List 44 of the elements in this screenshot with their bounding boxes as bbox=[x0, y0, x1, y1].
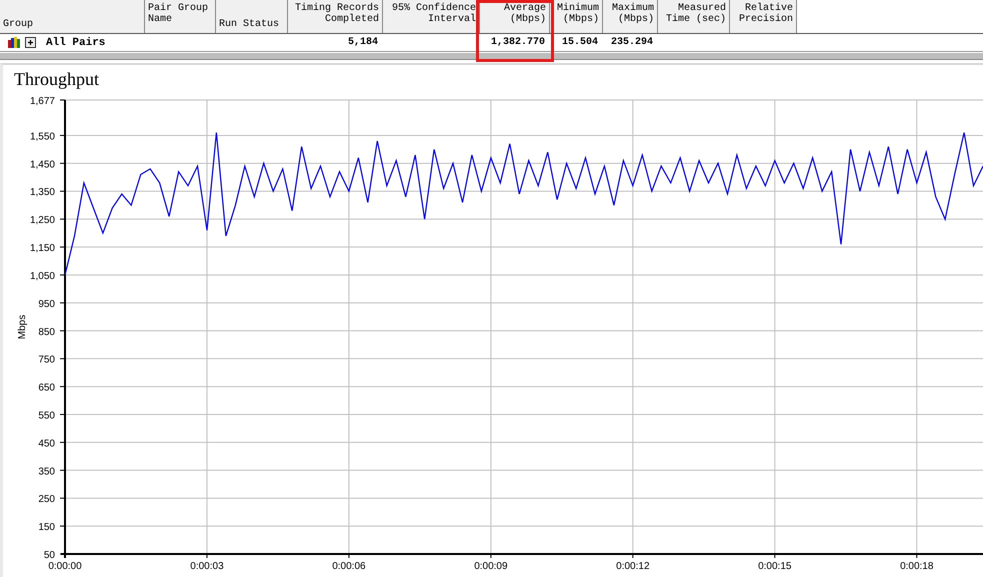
axis-tick-label: 650 bbox=[38, 382, 55, 394]
table-cell-text: 1,382.770 bbox=[490, 37, 546, 48]
group-name[interactable]: All Pairs bbox=[46, 36, 106, 48]
axis-tick-label: 1,250 bbox=[30, 215, 55, 226]
column-header[interactable]: Run Status bbox=[216, 0, 288, 33]
column-header[interactable]: Group bbox=[0, 0, 145, 33]
column-header[interactable]: Maximum (Mbps) bbox=[603, 0, 658, 33]
axis-tick-label: 1,450 bbox=[30, 159, 55, 170]
column-header[interactable]: Relative Precision bbox=[730, 0, 797, 33]
axis-tick-label: 1,350 bbox=[30, 187, 55, 198]
column-header[interactable]: Average (Mbps) bbox=[480, 0, 550, 33]
column-header[interactable]: Pair Group Name bbox=[145, 0, 216, 33]
scrollbar[interactable] bbox=[0, 53, 983, 60]
table-cell-text: 15.504 bbox=[560, 37, 599, 48]
bar-chart-icon bbox=[8, 37, 20, 48]
axis-tick-label: 850 bbox=[38, 326, 55, 338]
column-header[interactable]: 95% Confidence Interval bbox=[383, 0, 480, 33]
axis-tick-label: 550 bbox=[38, 410, 55, 422]
axis-tick-label: 1,677 bbox=[30, 96, 55, 107]
table-cell-text: 5,184 bbox=[346, 37, 379, 48]
axis-title: Mbps bbox=[17, 314, 28, 340]
axis-tick-label: 0:00:18 bbox=[900, 561, 934, 572]
column-header[interactable]: Minimum (Mbps) bbox=[550, 0, 603, 33]
column-header[interactable]: Measured Time (sec) bbox=[658, 0, 730, 33]
axis-tick-label: 950 bbox=[38, 298, 55, 310]
axis-tick-label: 0:00:12 bbox=[616, 561, 650, 572]
axis-tick-label: 1,050 bbox=[30, 270, 55, 282]
axis-tick-label: 0:00:06 bbox=[332, 561, 366, 572]
axis-tick-label: 0:00:15 bbox=[758, 561, 792, 572]
axis-tick-label: 450 bbox=[38, 438, 55, 450]
axis-tick-label: 0:00:00 bbox=[48, 561, 82, 572]
axis-tick-label: 250 bbox=[38, 494, 55, 506]
chart-title: Throughput bbox=[13, 68, 100, 91]
expand-icon[interactable] bbox=[25, 37, 36, 48]
column-header[interactable]: Timing Records Completed bbox=[288, 0, 383, 33]
axis-tick-label: 0:00:09 bbox=[474, 561, 508, 572]
axis-tick-label: 50 bbox=[44, 550, 55, 561]
axis-tick-label: 0:00:03 bbox=[190, 561, 224, 572]
axis-tick-label: 1,550 bbox=[30, 131, 55, 142]
axis-tick-label: 350 bbox=[38, 466, 55, 478]
axis-tick-label: 150 bbox=[38, 522, 55, 534]
table-cell-text: 235.294 bbox=[610, 37, 654, 48]
axis-tick-label: 1,150 bbox=[30, 243, 55, 254]
axis-tick-label: 750 bbox=[38, 354, 55, 366]
